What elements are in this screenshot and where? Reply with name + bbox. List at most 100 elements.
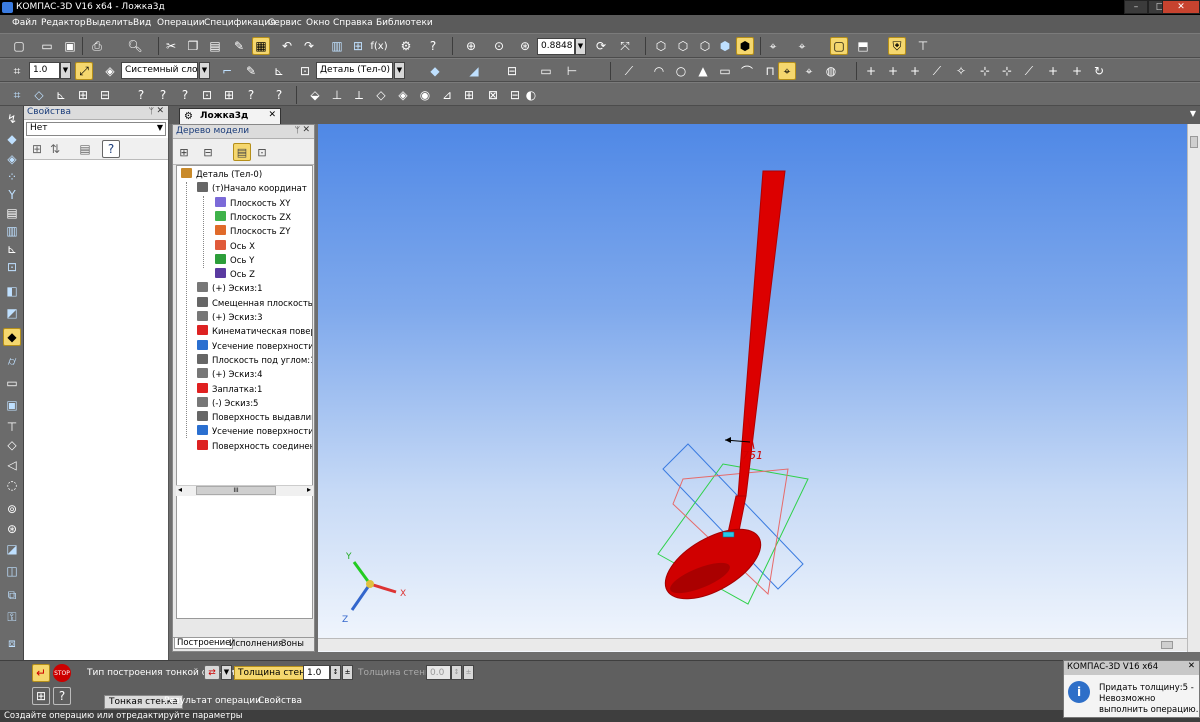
properties-toggle-icon[interactable]: ▦	[252, 37, 270, 55]
tree-node[interactable]: (т)Начало координат	[197, 182, 307, 196]
menu-specification[interactable]: Спецификация	[204, 18, 276, 28]
query5-icon[interactable]: ⊞	[220, 86, 238, 104]
surfaces-active-icon[interactable]: ◆	[3, 328, 21, 346]
query7-icon[interactable]: ?	[270, 86, 288, 104]
help-bottom-icon[interactable]: ?	[53, 687, 71, 705]
menu-edit[interactable]: Редактор	[41, 18, 86, 28]
tree-node[interactable]: (+) Эскиз:4	[197, 368, 263, 382]
zoom-all-icon[interactable]: ⊙	[490, 37, 508, 55]
page-icon[interactable]: ▤	[76, 140, 94, 158]
tree-node[interactable]: Поверхность выдавливан	[197, 411, 312, 425]
hidden-lines-icon[interactable]: ⬡	[674, 37, 692, 55]
ortho-icon[interactable]: ⌐	[218, 62, 236, 80]
tree-pin-icon[interactable]: ᛘ	[295, 126, 300, 136]
compact4-icon[interactable]: ⊞	[74, 86, 92, 104]
tree-hscroll[interactable]: ◂ III ▸	[176, 485, 313, 496]
wall-direction-icon[interactable]: ⇄	[204, 665, 220, 680]
line-icon[interactable]: ⟋	[620, 62, 638, 80]
tree-node[interactable]: Поверхность соединения	[197, 439, 312, 454]
wireframe-icon[interactable]: ⬡	[652, 37, 670, 55]
stop-icon[interactable]: STOP	[53, 664, 71, 682]
rect-icon[interactable]: ▭	[716, 62, 734, 80]
filter2-icon[interactable]: ⌖	[793, 37, 811, 55]
surf11-icon[interactable]: ◐	[522, 86, 540, 104]
tool4-icon[interactable]: ◇	[3, 436, 21, 454]
close-notification-icon[interactable]: ✕	[1188, 661, 1195, 671]
constraint6-icon[interactable]: ⊹	[976, 62, 994, 80]
cut-icon[interactable]: ✂	[162, 37, 180, 55]
tab-properties[interactable]: Свойства	[254, 695, 306, 709]
poly-icon[interactable]: ⌒	[738, 62, 756, 80]
apply-icon[interactable]: ↵	[32, 664, 50, 682]
pin-icon[interactable]: ᛘ	[149, 107, 154, 117]
query-icon[interactable]: ?	[132, 86, 150, 104]
new-file-icon[interactable]: ▢	[10, 37, 28, 55]
zoom-dropdown[interactable]: ▼	[575, 38, 586, 55]
geometry-icon[interactable]: ↯	[3, 110, 21, 128]
constraint11-icon[interactable]: ↻	[1090, 62, 1108, 80]
sketch-tool-icon[interactable]: ⊾	[3, 240, 21, 258]
error-notification[interactable]: КОМПАС-3D V16 x64 ✕ i Придать толщину:5 …	[1063, 660, 1200, 718]
open-icon[interactable]: ▭	[38, 37, 56, 55]
step-field[interactable]: 1.0	[29, 62, 60, 79]
filter-icon[interactable]: ⌖	[764, 37, 782, 55]
surfaces-icon[interactable]: ◩	[3, 304, 21, 322]
tree-filter-icon[interactable]: ⊡	[253, 143, 271, 161]
tool10-icon[interactable]: ◫	[3, 562, 21, 580]
zoom-icon[interactable]: ⊛	[516, 37, 534, 55]
select-mode2-icon[interactable]: ⬒	[854, 37, 872, 55]
menu-window[interactable]: Окно	[306, 18, 330, 28]
spec-icon[interactable]: ⊡	[3, 258, 21, 276]
manual-icon[interactable]: ⊞	[32, 687, 50, 705]
tree-list-icon[interactable]: ▤	[233, 143, 251, 161]
constraint3-icon[interactable]: +	[906, 62, 924, 80]
query2-icon[interactable]: ?	[154, 86, 172, 104]
tool11-icon[interactable]: ⧉	[3, 586, 21, 604]
tree-node[interactable]: Усечение поверхности:5	[197, 339, 312, 354]
snap-icon[interactable]: ⛨	[888, 37, 906, 55]
tree-node[interactable]: Плоскость ZX	[215, 210, 291, 225]
tab-zones[interactable]: Зоны	[281, 639, 304, 649]
filter-y-icon[interactable]: Y	[3, 186, 21, 204]
tool8-icon[interactable]: ⊛	[3, 520, 21, 538]
macro-icon[interactable]: ▭	[537, 62, 555, 80]
part-edit-icon[interactable]: ⊾	[270, 62, 288, 80]
tree-node[interactable]: (+) Эскиз:1	[197, 282, 263, 296]
tree-node[interactable]: Ось Y	[215, 253, 254, 268]
menu-help[interactable]: Справка	[333, 18, 373, 28]
surf4-icon[interactable]: ◇	[372, 86, 390, 104]
constraint5-icon[interactable]: ✧	[952, 62, 970, 80]
aux-geom-icon[interactable]: ◈	[3, 150, 21, 168]
tab-construction[interactable]: Построение	[174, 638, 234, 649]
manager-icon[interactable]: ▥	[328, 37, 346, 55]
zoom-window-icon[interactable]: ⊕	[462, 37, 480, 55]
query3-icon[interactable]: ?	[176, 86, 194, 104]
rotate-icon[interactable]: ⟳	[592, 37, 610, 55]
hscroll-thumb[interactable]	[1161, 641, 1173, 649]
menu-libraries[interactable]: Библиотеки	[376, 18, 433, 28]
sheet-metal-icon[interactable]: ◧	[3, 282, 21, 300]
tab-spoon-document[interactable]: ⚙ Ложка3д ✕	[179, 108, 281, 124]
constraint8-icon[interactable]: ⟋	[1020, 62, 1038, 80]
menu-file[interactable]: Файл	[12, 18, 37, 28]
compact-panel-icon[interactable]: ⌗	[8, 86, 26, 104]
properties-selector[interactable]: Нет ▼	[26, 122, 166, 136]
compact5-icon[interactable]: ⊟	[96, 86, 114, 104]
tree-node[interactable]: (-) Эскиз:5	[197, 396, 258, 411]
arc-icon[interactable]: ◠	[650, 62, 668, 80]
thickness2-sign[interactable]: ±	[463, 665, 474, 680]
thickness1-sign[interactable]: ±	[342, 665, 353, 680]
constraint4-icon[interactable]: ⟋	[928, 62, 946, 80]
preview-icon[interactable]: 🔍︎	[126, 37, 144, 55]
tree-icon[interactable]: ⊞	[349, 37, 367, 55]
tree-node[interactable]: Деталь (Тел-0)	[181, 168, 262, 182]
close-tab-icon[interactable]: ✕	[268, 110, 276, 120]
vscroll-thumb[interactable]	[1190, 136, 1198, 148]
solid-icon[interactable]: ◆	[3, 130, 21, 148]
surf8-icon[interactable]: ⊞	[460, 86, 478, 104]
compact2-icon[interactable]: ◇	[30, 86, 48, 104]
surf5-icon[interactable]: ◈	[394, 86, 412, 104]
thickness2-field[interactable]: 0.0	[426, 665, 451, 680]
surf6-icon[interactable]: ◉	[416, 86, 434, 104]
doc-icon[interactable]: ▤	[3, 204, 21, 222]
